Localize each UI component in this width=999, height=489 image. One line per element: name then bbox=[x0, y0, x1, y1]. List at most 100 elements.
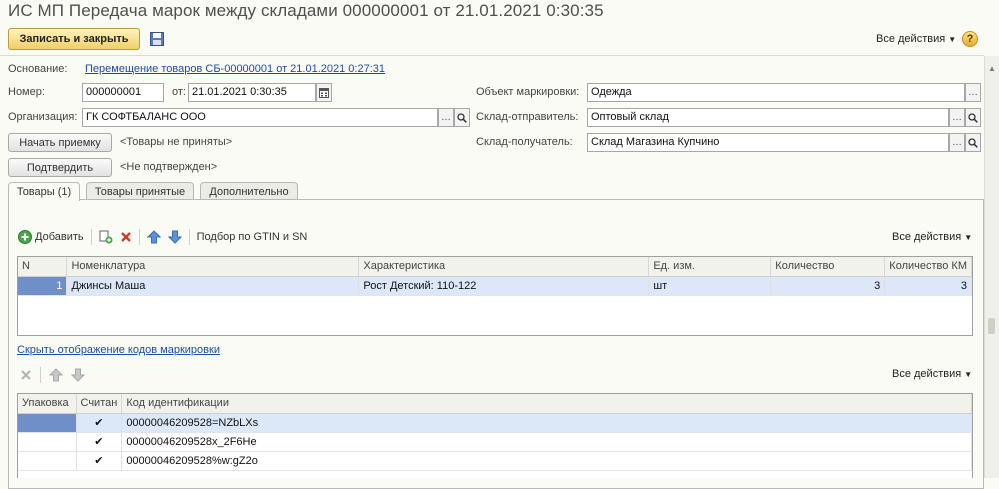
magnifier-icon bbox=[968, 137, 978, 148]
marking-object-field[interactable]: Одежда bbox=[587, 83, 965, 102]
arrow-up-icon bbox=[146, 230, 161, 244]
ellipsis-icon: … bbox=[441, 112, 451, 123]
goods-table: N Номенклатура Характеристика Ед. изм. К… bbox=[17, 256, 973, 336]
confirm-status-text: <Не подтвержден> bbox=[120, 161, 218, 173]
tab-goods-accepted[interactable]: Товары принятые bbox=[86, 182, 194, 200]
organization-open-button[interactable] bbox=[454, 108, 470, 127]
read-check-icon[interactable]: ✔ bbox=[76, 451, 123, 471]
column-header-nomenclature[interactable]: Номенклатура bbox=[66, 257, 360, 277]
basis-link[interactable]: Перемещение товаров СБ-00000001 от 21.01… bbox=[85, 63, 385, 75]
help-icon[interactable]: ? bbox=[962, 31, 978, 47]
table-row[interactable]: 1 Джинсы Маша Рост Детский: 110-122 шт 3… bbox=[18, 276, 972, 296]
ellipsis-icon: … bbox=[952, 137, 962, 148]
caret-down-icon: ▼ bbox=[964, 370, 973, 379]
receiver-warehouse-open-button[interactable] bbox=[965, 133, 981, 152]
characteristic-cell[interactable]: Рост Детский: 110-122 bbox=[358, 276, 650, 296]
table-row[interactable]: ✔ 00000046209528%w:gZ2o bbox=[18, 451, 972, 471]
vertical-scrollbar[interactable] bbox=[984, 56, 999, 478]
codes-all-actions-menu[interactable]: Все действия ▼ bbox=[892, 368, 972, 380]
caret-down-icon: ▼ bbox=[964, 233, 973, 242]
delete-button[interactable] bbox=[120, 231, 132, 243]
column-header-unit[interactable]: Ед. изм. bbox=[648, 257, 772, 277]
tab-additional[interactable]: Дополнительно bbox=[200, 182, 298, 200]
toolbar-separator bbox=[188, 229, 190, 245]
marking-object-label: Объект маркировки: bbox=[476, 86, 580, 98]
table-row[interactable]: ✔ 00000046209528=NZbLXs bbox=[18, 413, 972, 433]
pick-by-gtin-button[interactable]: Подбор по GTIN и SN bbox=[197, 231, 308, 243]
copy-button[interactable] bbox=[99, 230, 113, 244]
nomenclature-cell[interactable]: Джинсы Маша bbox=[66, 276, 360, 296]
start-acceptance-button[interactable]: Начать приемку bbox=[8, 133, 112, 152]
quantity-cell[interactable]: 3 bbox=[770, 276, 886, 296]
unit-cell[interactable]: шт bbox=[648, 276, 772, 296]
codes-delete-button[interactable] bbox=[20, 369, 32, 381]
organization-select-button[interactable]: … bbox=[438, 108, 454, 127]
date-label: от: bbox=[172, 86, 186, 98]
package-cell[interactable] bbox=[18, 432, 77, 452]
sender-warehouse-field[interactable]: Оптовый склад bbox=[587, 108, 949, 127]
save-button[interactable] bbox=[148, 30, 166, 48]
number-label: Номер: bbox=[8, 86, 45, 98]
column-header-quantity[interactable]: Количество bbox=[770, 257, 886, 277]
read-check-icon[interactable]: ✔ bbox=[76, 413, 123, 433]
calendar-button[interactable] bbox=[316, 83, 332, 102]
magnifier-icon bbox=[457, 112, 467, 123]
arrow-down-icon bbox=[167, 230, 182, 244]
row-number[interactable]: 1 bbox=[18, 276, 68, 296]
package-cell[interactable] bbox=[18, 413, 77, 433]
arrow-up-icon bbox=[49, 368, 63, 382]
goods-table-header: N Номенклатура Характеристика Ед. изм. К… bbox=[18, 257, 972, 277]
codes-move-up-button[interactable] bbox=[49, 368, 63, 382]
column-header-characteristic[interactable]: Характеристика bbox=[358, 257, 650, 277]
calendar-icon bbox=[319, 87, 329, 98]
tab-goods[interactable]: Товары (1) bbox=[8, 182, 80, 201]
goods-status-text: <Товары не приняты> bbox=[120, 136, 233, 148]
scroll-thumb[interactable] bbox=[988, 318, 995, 334]
number-field[interactable]: 000000001 bbox=[82, 83, 164, 102]
add-button[interactable]: Добавить bbox=[18, 230, 84, 244]
move-up-button[interactable] bbox=[146, 230, 161, 244]
column-header-package[interactable]: Упаковка bbox=[18, 394, 77, 414]
scroll-up-arrow-icon[interactable]: ▲ bbox=[988, 64, 996, 73]
save-and-close-button[interactable]: Записать и закрыть bbox=[8, 28, 140, 50]
all-actions-menu[interactable]: Все действия ▼ bbox=[876, 33, 956, 45]
codes-move-down-button[interactable] bbox=[71, 368, 85, 382]
table-row[interactable]: ✔ 00000046209528x_2F6He bbox=[18, 432, 972, 452]
copy-add-icon bbox=[99, 230, 113, 244]
all-actions-label: Все действия bbox=[892, 368, 962, 380]
quantity-km-cell[interactable]: 3 bbox=[884, 276, 972, 296]
receiver-warehouse-select-button[interactable]: … bbox=[949, 133, 965, 152]
id-code-cell[interactable]: 00000046209528x_2F6He bbox=[121, 432, 972, 452]
delete-x-icon bbox=[21, 370, 31, 380]
add-label: Добавить bbox=[35, 231, 84, 243]
id-code-cell[interactable]: 00000046209528%w:gZ2o bbox=[121, 451, 972, 471]
id-code-cell[interactable]: 00000046209528=NZbLXs bbox=[121, 413, 972, 433]
confirm-button[interactable]: Подтвердить bbox=[8, 158, 112, 177]
basis-label: Основание: bbox=[8, 63, 68, 75]
sender-warehouse-open-button[interactable] bbox=[965, 108, 981, 127]
move-down-button[interactable] bbox=[167, 230, 182, 244]
organization-field[interactable]: ГК СОФТБАЛАНС ООО bbox=[82, 108, 438, 127]
hide-codes-link[interactable]: Скрыть отображение кодов маркировки bbox=[17, 344, 220, 356]
package-cell[interactable] bbox=[18, 451, 77, 471]
toolbar-separator bbox=[90, 229, 92, 245]
column-header-id-code[interactable]: Код идентификации bbox=[121, 394, 972, 414]
toolbar-separator bbox=[138, 229, 140, 245]
marking-object-select-button[interactable]: … bbox=[965, 83, 981, 102]
goods-toolbar: Добавить Подбор по GTIN и SN bbox=[18, 229, 307, 245]
sender-warehouse-label: Склад-отправитель: bbox=[476, 111, 579, 123]
column-header-read[interactable]: Считан bbox=[76, 394, 123, 414]
magnifier-icon bbox=[968, 112, 978, 123]
sender-warehouse-select-button[interactable]: … bbox=[949, 108, 965, 127]
floppy-disk-icon bbox=[150, 32, 164, 46]
read-check-icon[interactable]: ✔ bbox=[76, 432, 123, 452]
column-header-quantity-km[interactable]: Количество КМ bbox=[884, 257, 972, 277]
codes-table-header: Упаковка Считан Код идентификации bbox=[18, 394, 972, 414]
all-actions-label: Все действия bbox=[876, 33, 946, 45]
arrow-down-icon bbox=[71, 368, 85, 382]
receiver-warehouse-field[interactable]: Склад Магазина Купчино bbox=[587, 133, 949, 152]
column-header-n[interactable]: N bbox=[18, 257, 68, 277]
codes-table: Упаковка Считан Код идентификации ✔ 0000… bbox=[17, 393, 973, 478]
date-field[interactable]: 21.01.2021 0:30:35 bbox=[188, 83, 316, 102]
goods-all-actions-menu[interactable]: Все действия ▼ bbox=[892, 231, 972, 243]
